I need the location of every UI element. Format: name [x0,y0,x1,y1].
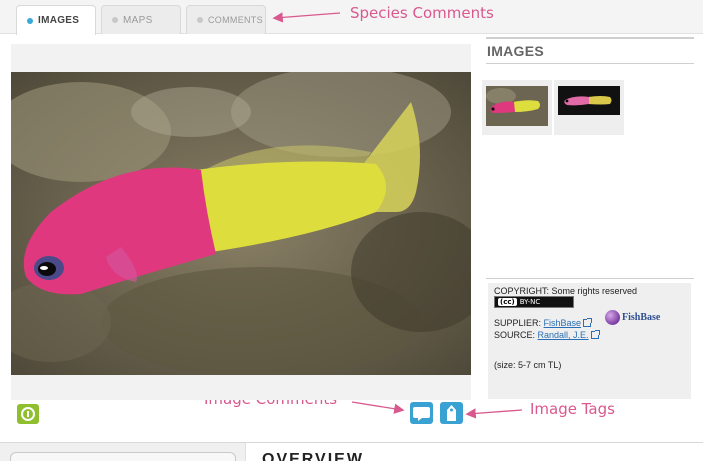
fish-thumbnail-illustration [558,86,620,115]
tab-images[interactable]: IMAGES [16,5,96,35]
copyright-text: COPYRIGHT: Some rights reserved [494,286,638,296]
annotation-image-tags: Image Tags [530,400,615,418]
fishbase-logo-text: FishBase [622,312,661,323]
tab-maps-label: MAPS [123,14,153,26]
thumbnail-2[interactable] [554,80,624,135]
source-line: SOURCE: Randall, J.E. [494,330,600,340]
right-column-rule [486,278,694,279]
thumbnail-image [486,86,548,126]
image-tag-button[interactable] [440,402,463,424]
image-credits: COPYRIGHT: Some rights reserved (cc) BY-… [488,283,691,399]
info-icon-glyph [21,407,35,421]
fishbase-globe-icon [605,310,620,325]
external-link-icon [583,318,593,327]
size-note: (size: 5-7 cm TL) [494,360,562,370]
tag-icon [447,405,456,421]
right-column-heading: IMAGES [487,43,545,59]
info-icon[interactable] [17,404,39,424]
thumbnail-image [558,86,620,115]
thumbnail-1[interactable] [482,80,552,135]
supplier-line: SUPPLIER: FishBase [494,318,593,328]
fishbase-logo[interactable]: FishBase [605,310,660,325]
right-column-rule [486,37,694,39]
tab-maps[interactable]: MAPS [101,5,181,34]
tab-dot [112,17,118,23]
external-link-icon [590,330,600,339]
image-comment-button[interactable] [410,402,433,424]
annotation-species-comments: Species Comments [350,4,494,22]
fish-thumbnail-illustration [486,86,548,126]
tab-dot [197,17,203,23]
tab-comments-label: COMMENTS [208,15,263,25]
section-title: OVERVIEW [262,451,364,461]
tab-comments[interactable]: COMMENTS [186,5,266,34]
tab-active-dot [27,17,33,24]
supplier-label: SUPPLIER: [494,318,542,328]
main-fish-image[interactable] [11,72,471,375]
source-label: SOURCE: [494,330,536,340]
fish-photo-illustration [11,72,471,375]
bottom-search-box[interactable] [10,452,236,461]
cc-badge-cc: (cc) [498,298,517,306]
cc-badge-text: BY-NC [519,298,541,306]
license-badge[interactable]: (cc) BY-NC [494,296,574,308]
source-link[interactable]: Randall, J.E. [538,330,589,340]
right-column-rule [486,63,694,64]
supplier-link[interactable]: FishBase [544,318,582,328]
tab-images-label: IMAGES [38,15,80,26]
speech-bubble-icon [413,407,430,421]
